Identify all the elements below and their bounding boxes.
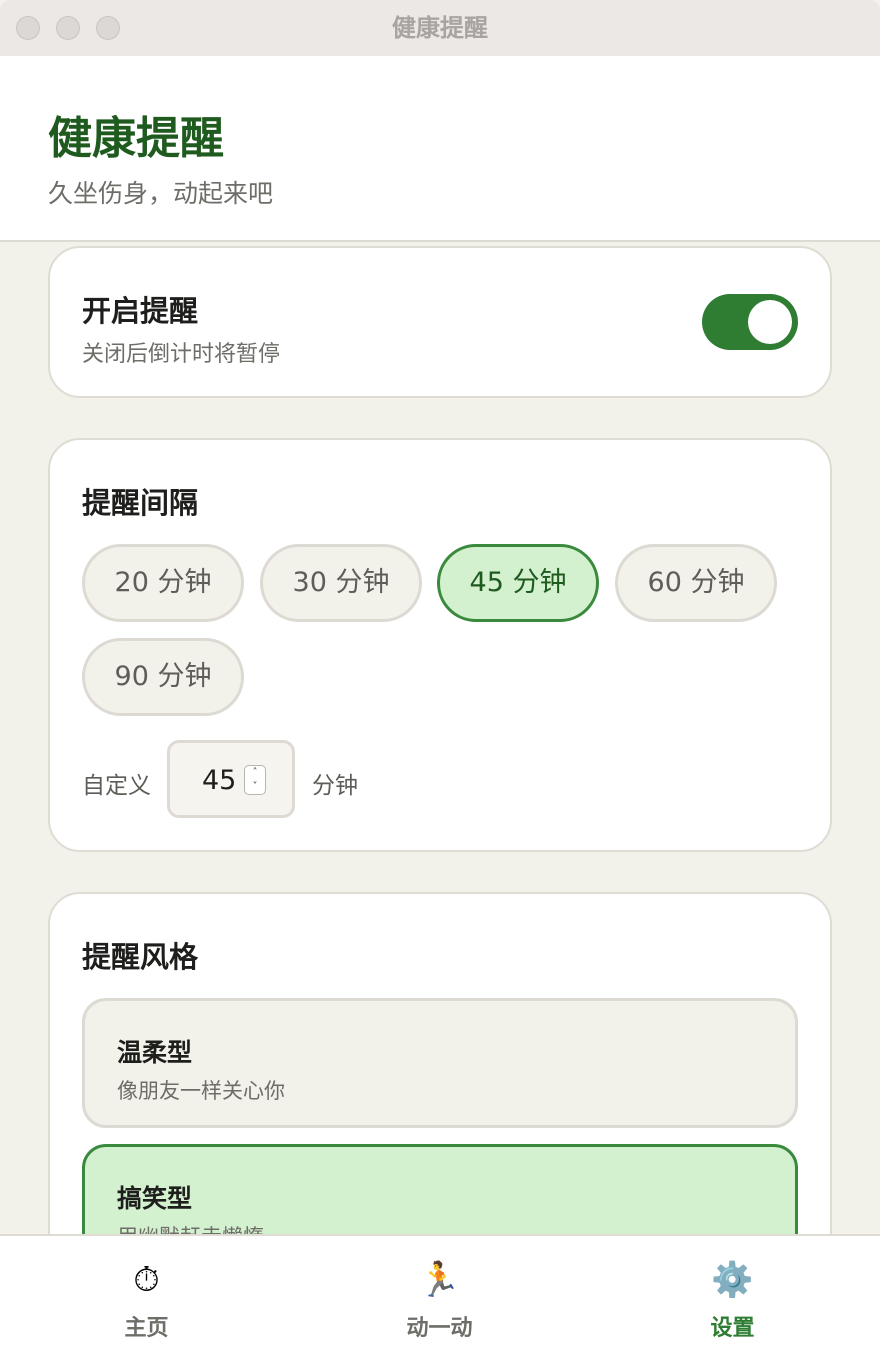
interval-card-title: 提醒间隔 (82, 486, 199, 520)
number-stepper-icon[interactable]: ˄ ˅ (244, 765, 266, 795)
interval-card: 提醒间隔 20 分钟 30 分钟 45 分钟 60 分钟 90 分钟 自定义 4… (48, 438, 832, 852)
page-subtitle: 久坐伤身，动起来吧 (48, 179, 274, 208)
interval-option-90[interactable]: 90 分钟 (82, 638, 244, 716)
style-option-funny[interactable]: 搞笑型 用幽默赶走懒惰 (82, 1144, 798, 1234)
toggle-card-subtitle: 关闭后倒计时将暂停 (82, 342, 281, 367)
tab-home[interactable]: ⏱ 主页 (0, 1236, 293, 1362)
custom-interval-input[interactable]: 45 ˄ ˅ (167, 740, 295, 818)
tab-settings-label: 设置 (710, 1316, 755, 1341)
style-option-gentle[interactable]: 温柔型 像朋友一样关心你 (82, 998, 798, 1128)
gear-icon: ⚙️ (711, 1260, 754, 1300)
interval-option-45[interactable]: 45 分钟 (437, 544, 599, 622)
custom-interval-label: 自定义 (82, 773, 151, 799)
tab-exercise[interactable]: 🏃 动一动 (293, 1236, 586, 1362)
settings-scroll-area[interactable]: 开启提醒 关闭后倒计时将暂停 提醒间隔 20 分钟 30 分钟 45 分钟 60… (0, 242, 880, 1234)
style-option-desc: 用幽默赶走懒惰 (117, 1221, 264, 1234)
custom-interval-value: 45 (202, 765, 237, 796)
app-header: 健康提醒 久坐伤身，动起来吧 (0, 56, 880, 242)
tab-settings[interactable]: ⚙️ 设置 (586, 1236, 879, 1362)
window-titlebar: 健康提醒 (0, 0, 880, 56)
stopwatch-icon: ⏱ (133, 1260, 160, 1300)
page-title: 健康提醒 (48, 113, 224, 164)
style-option-desc: 像朋友一样关心你 (117, 1079, 285, 1103)
runner-icon: 🏃 (418, 1260, 461, 1300)
window-title: 健康提醒 (392, 14, 488, 42)
tab-home-label: 主页 (124, 1316, 169, 1341)
interval-option-30[interactable]: 30 分钟 (260, 544, 422, 622)
reminder-toggle-card: 开启提醒 关闭后倒计时将暂停 (48, 246, 832, 398)
style-card: 提醒风格 温柔型 像朋友一样关心你 搞笑型 用幽默赶走懒惰 (48, 892, 832, 1234)
custom-interval-unit: 分钟 (312, 773, 358, 799)
style-option-title: 搞笑型 (117, 1184, 193, 1213)
toggle-card-title: 开启提醒 (82, 294, 199, 328)
reminder-toggle[interactable] (702, 294, 798, 350)
bottom-tab-bar: ⏱ 主页 🏃 动一动 ⚙️ 设置 (0, 1234, 880, 1362)
tab-exercise-label: 动一动 (406, 1316, 473, 1341)
style-option-title: 温柔型 (117, 1038, 193, 1067)
style-card-title: 提醒风格 (82, 940, 199, 974)
toggle-knob (748, 300, 792, 344)
interval-option-60[interactable]: 60 分钟 (615, 544, 777, 622)
interval-option-20[interactable]: 20 分钟 (82, 544, 244, 622)
